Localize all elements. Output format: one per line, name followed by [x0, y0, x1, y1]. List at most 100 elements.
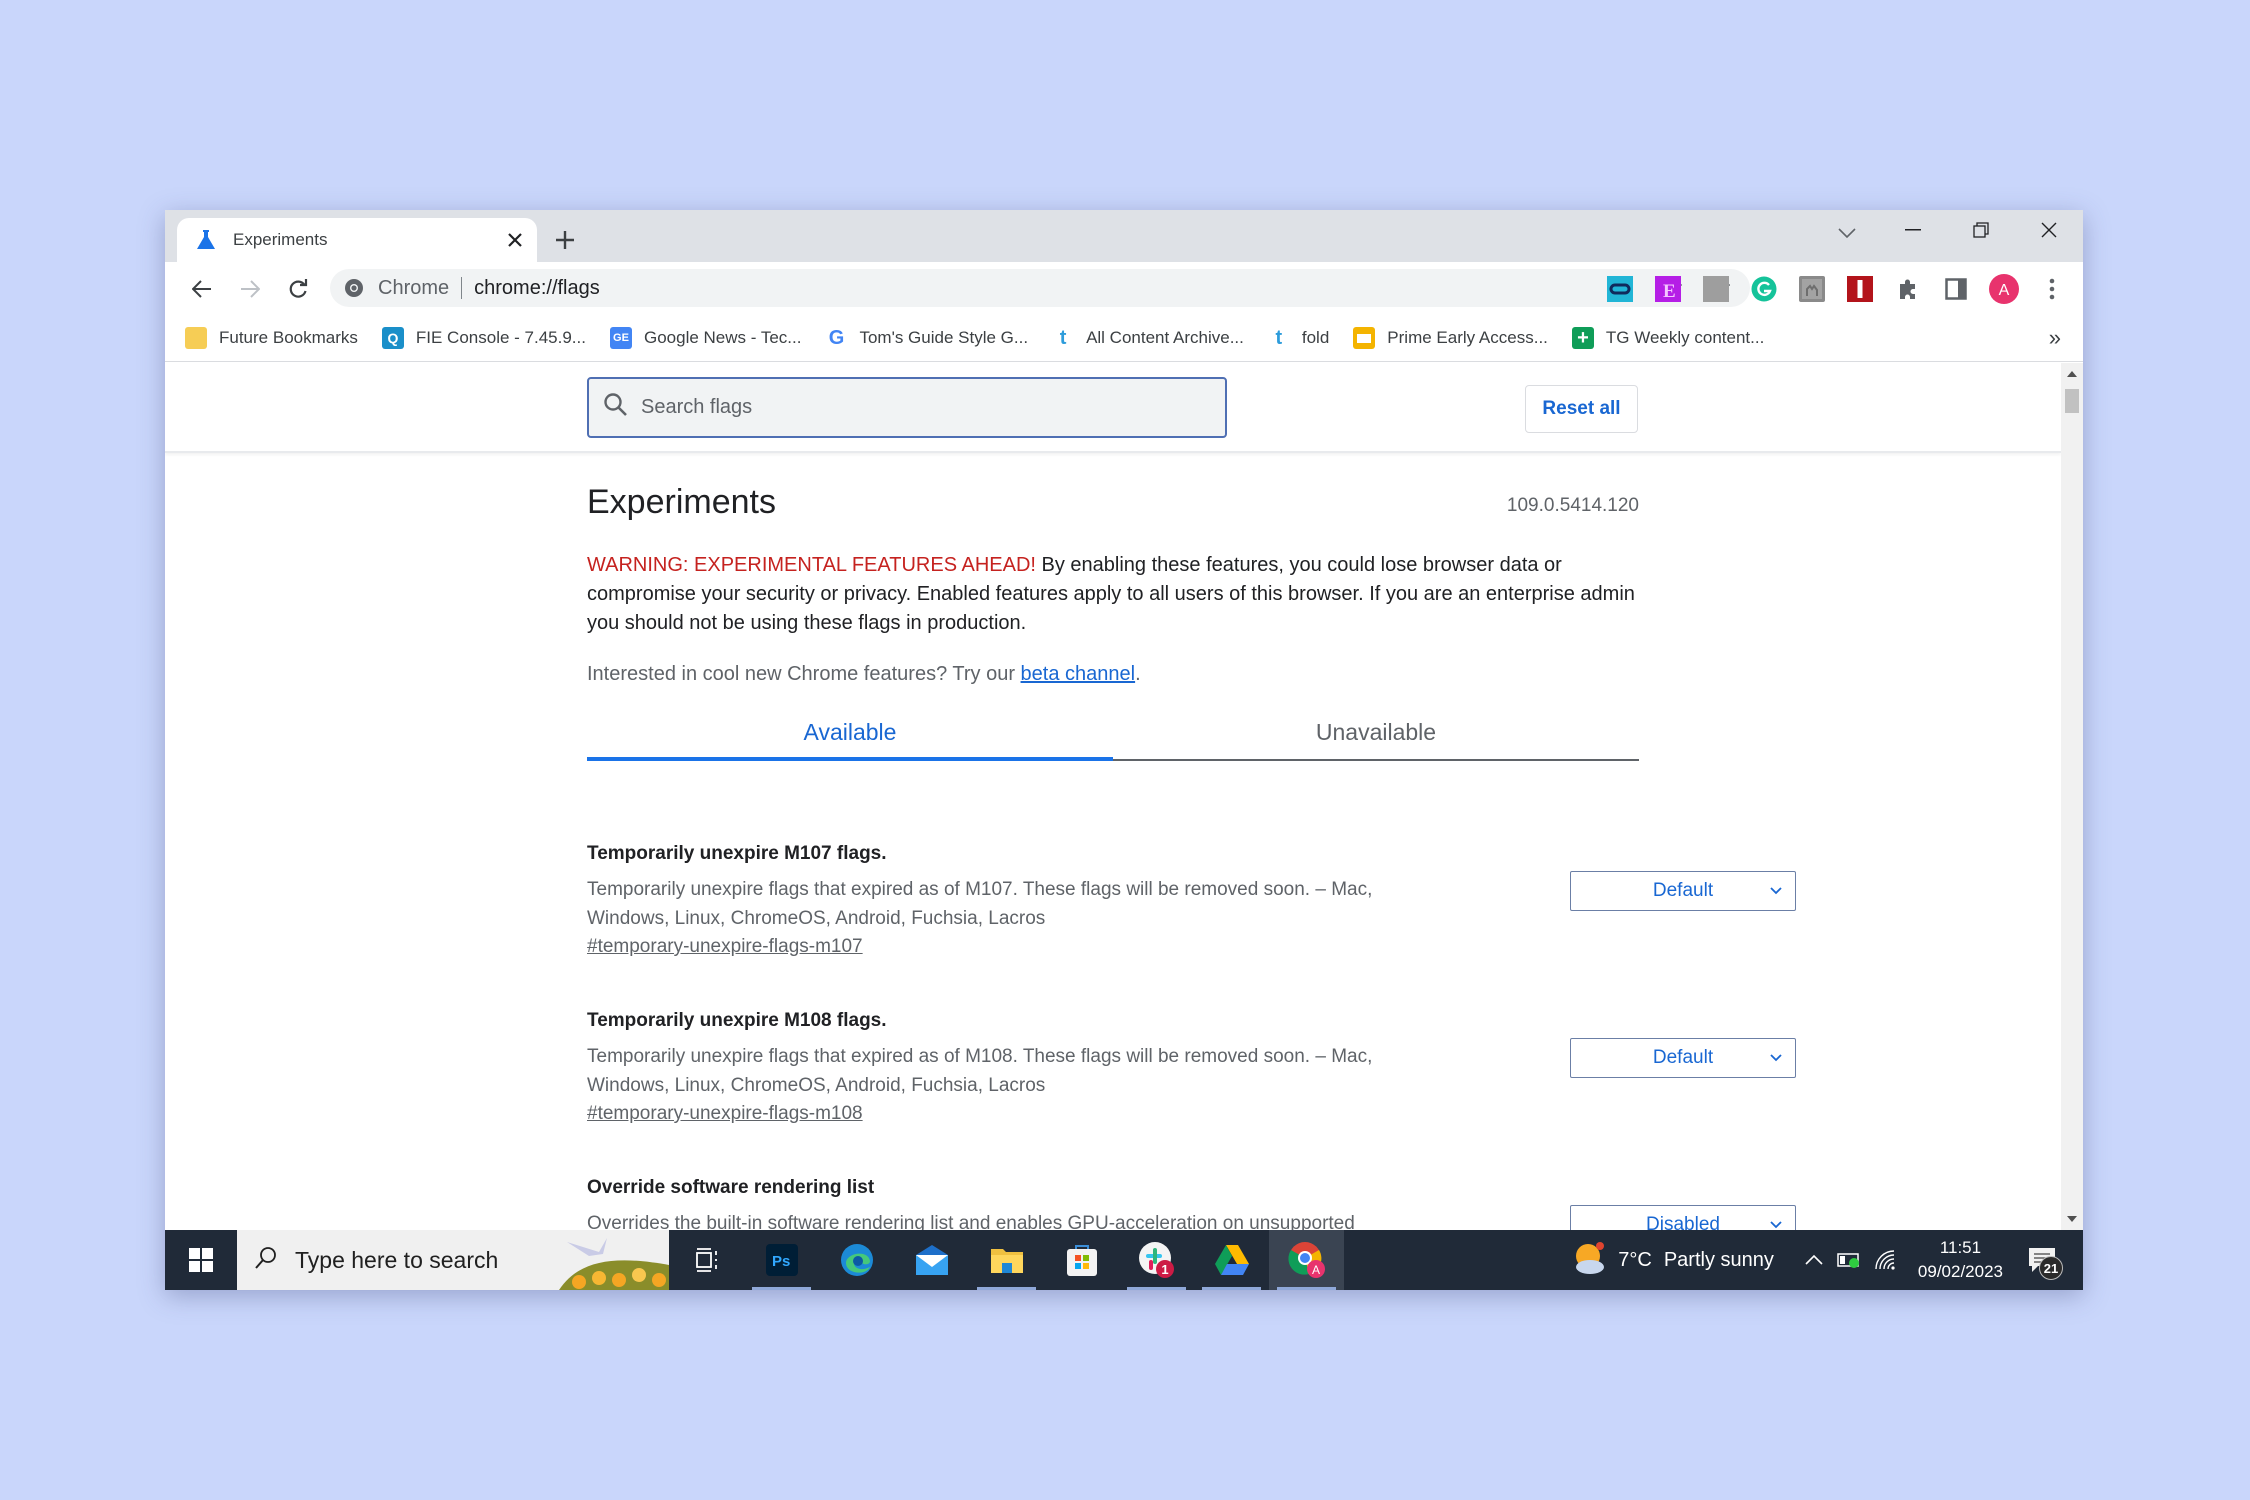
close-window-button[interactable]: [2015, 210, 2083, 250]
file-explorer-icon[interactable]: [969, 1230, 1044, 1290]
flag-state-select[interactable]: Disabled: [1570, 1205, 1796, 1230]
bookmark-fold[interactable]: t fold: [1268, 327, 1330, 349]
flag-anchor-link[interactable]: #temporary-unexpire-flags-m107: [587, 936, 863, 958]
search-flags-input[interactable]: [641, 396, 1201, 419]
task-view-icon[interactable]: [669, 1230, 744, 1290]
svg-text:A: A: [1311, 1263, 1319, 1277]
slides-icon: [1353, 327, 1376, 349]
flag-state-select[interactable]: Default: [1570, 1038, 1796, 1078]
address-bar[interactable]: Chrome chrome://flags: [330, 269, 1750, 307]
mail-icon[interactable]: [894, 1230, 969, 1290]
grammarly-icon[interactable]: [1749, 274, 1779, 304]
tab-available[interactable]: Available: [587, 705, 1113, 761]
page-scrollbar[interactable]: [2061, 363, 2083, 1230]
bookmark-toms-guide-style[interactable]: G Tom's Guide Style G...: [825, 327, 1028, 349]
beta-channel-line: Interested in cool new Chrome features? …: [587, 663, 1141, 686]
fie-icon: Q: [381, 327, 404, 349]
e-extension-icon[interactable]: E: [1653, 274, 1683, 304]
svg-text:1: 1: [1161, 1262, 1168, 1277]
forward-button[interactable]: [233, 272, 267, 306]
edge-icon[interactable]: [819, 1230, 894, 1290]
bookmark-label: FIE Console - 7.45.9...: [415, 328, 586, 347]
back-button[interactable]: [185, 272, 219, 306]
bookmark-label: Tom's Guide Style G...: [859, 328, 1029, 347]
bookmark-label: fold: [1301, 328, 1330, 347]
scroll-down-arrow-icon[interactable]: [2061, 1208, 2083, 1230]
flag-state-value: Disabled: [1646, 1214, 1720, 1230]
slack-icon[interactable]: 1: [1119, 1230, 1194, 1290]
start-button[interactable]: [165, 1230, 237, 1290]
flag-state-value: Default: [1652, 1047, 1714, 1068]
search-icon: [603, 392, 629, 423]
bookmark-prime-early-access[interactable]: Prime Early Access...: [1353, 327, 1548, 349]
sheets-icon: +: [1571, 327, 1594, 349]
tab-unavailable[interactable]: Unavailable: [1113, 705, 1639, 759]
reset-all-button[interactable]: Reset all: [1525, 385, 1638, 433]
bookmark-all-content-archive[interactable]: t All Content Archive...: [1052, 327, 1244, 349]
beta-channel-link[interactable]: beta channel: [1021, 663, 1136, 685]
red-i-extension-icon[interactable]: [1845, 274, 1875, 304]
flags-tabs: Available Unavailable: [587, 705, 1639, 761]
browser-window: Experiments Chrome chrome://flags E A Fu…: [165, 210, 2083, 1290]
bookmark-future-bookmarks[interactable]: Future Bookmarks: [185, 327, 358, 349]
chevron-down-icon: [1769, 882, 1783, 906]
restore-button[interactable]: [1947, 210, 2015, 250]
minimize-button[interactable]: [1879, 210, 1947, 250]
side-panel-icon[interactable]: [1941, 274, 1971, 304]
svg-text:E: E: [1663, 281, 1676, 302]
flag-name: Override software rendering list: [587, 1177, 875, 1198]
taskbar-search-box[interactable]: Type here to search: [237, 1230, 669, 1290]
bookmark-label: Future Bookmarks: [219, 328, 358, 347]
search-flags-box[interactable]: [587, 377, 1227, 438]
bookmarks-bar: Future Bookmarks Q FIE Console - 7.45.9.…: [165, 315, 2083, 362]
menu-kebab-icon[interactable]: [2037, 274, 2067, 304]
flag-anchor-link[interactable]: #temporary-unexpire-flags-m108: [587, 1103, 863, 1125]
toolbar: Chrome chrome://flags E A: [165, 262, 2083, 315]
omnibox-divider: [461, 277, 463, 299]
grey-extension-icon[interactable]: [1701, 274, 1731, 304]
bookmark-google-news[interactable]: GE Google News - Tec...: [609, 327, 801, 349]
url-text[interactable]: chrome://flags: [474, 277, 1654, 300]
link-extension-icon[interactable]: [1605, 274, 1635, 304]
google-icon: G: [828, 326, 845, 349]
google-drive-icon[interactable]: [1194, 1230, 1269, 1290]
close-tab-icon[interactable]: [501, 226, 529, 254]
chrome-taskbar-icon[interactable]: A: [1269, 1230, 1344, 1290]
chevron-down-icon: [1769, 1049, 1783, 1073]
partly-sunny-icon: [1572, 1240, 1608, 1281]
flags-page: Reset all Experiments 109.0.5414.120 WAR…: [165, 363, 2061, 1230]
tab-title: Experiments: [233, 230, 328, 249]
weather-widget[interactable]: 7°C Partly sunny: [1572, 1240, 1774, 1281]
bookmark-tg-weekly-content[interactable]: + TG Weekly content...: [1571, 327, 1764, 349]
wifi-icon[interactable]: [1868, 1242, 1904, 1278]
scroll-up-arrow-icon[interactable]: [2061, 363, 2083, 385]
chrome-logo-icon: [342, 276, 366, 300]
new-tab-button[interactable]: [549, 224, 581, 256]
clock[interactable]: 11:51 09/02/2023: [1918, 1236, 2003, 1284]
tab-experiments[interactable]: Experiments: [177, 218, 537, 262]
microsoft-store-icon[interactable]: [1044, 1230, 1119, 1290]
tab-search-chevron-icon[interactable]: [1829, 218, 1865, 248]
version-text: 109.0.5414.120: [1506, 495, 1639, 516]
reload-button[interactable]: [281, 272, 315, 306]
flags-header: Reset all: [165, 363, 2061, 453]
extensions-puzzle-icon[interactable]: [1893, 274, 1923, 304]
scroll-thumb[interactable]: [2065, 389, 2079, 413]
warning-text: WARNING: EXPERIMENTAL FEATURES AHEAD! By…: [587, 551, 1639, 638]
bookmarks-overflow-button[interactable]: »: [2049, 325, 2061, 351]
notification-center-button[interactable]: 21: [2017, 1230, 2067, 1290]
show-hidden-icons-chevron-icon[interactable]: [1796, 1242, 1832, 1278]
battery-icon[interactable]: [1832, 1242, 1868, 1278]
google-news-icon: GE: [609, 327, 632, 349]
clock-date: 09/02/2023: [1917, 1262, 2003, 1281]
clock-time: 11:51: [1939, 1238, 1982, 1257]
profile-avatar[interactable]: A: [1989, 274, 2019, 304]
photoshop-icon[interactable]: Ps: [744, 1230, 819, 1290]
flag-state-select[interactable]: Default: [1570, 871, 1796, 911]
bookmark-fie-console[interactable]: Q FIE Console - 7.45.9...: [381, 327, 586, 349]
beta-prefix: Interested in cool new Chrome features? …: [587, 663, 1021, 685]
flag-item: Override software rendering list Overrid…: [587, 1177, 1796, 1230]
weather-temperature: 7°C: [1618, 1248, 1652, 1271]
camel-extension-icon[interactable]: [1797, 274, 1827, 304]
flag-description: Temporarily unexpire flags that expired …: [587, 879, 1373, 929]
